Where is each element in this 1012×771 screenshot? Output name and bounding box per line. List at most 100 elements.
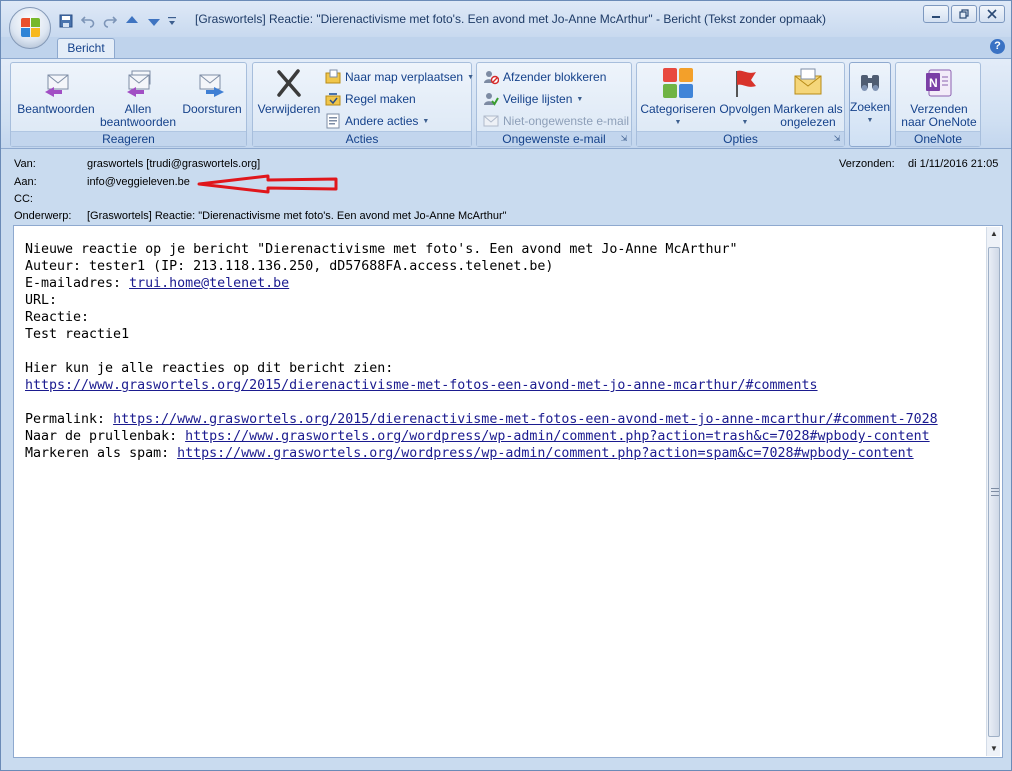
scroll-up-icon[interactable]: ▲ xyxy=(987,227,1001,241)
url-label: URL: xyxy=(25,293,58,308)
chevron-down-icon: ▼ xyxy=(741,119,749,126)
aan-value[interactable]: info@veggieleven.be xyxy=(87,176,190,188)
ribbon: Beantwoorden Allen beantwoorden Doorstur… xyxy=(1,58,1011,149)
down-arrow-icon[interactable] xyxy=(145,12,163,30)
trash-link[interactable]: https://www.graswortels.org/wordpress/wp… xyxy=(185,429,930,444)
window-controls xyxy=(923,5,1005,23)
niet-ongewenste-email-button[interactable]: Niet-ongewenste e-mail xyxy=(483,112,629,130)
verzonden-label: Verzonden: xyxy=(839,158,895,170)
trash-label: Naar de prullenbak: xyxy=(25,429,186,444)
naar-map-verplaatsen-button[interactable]: Naar map verplaatsen ▼ xyxy=(325,68,474,86)
office-logo-icon xyxy=(21,18,41,38)
group-acties: Verwijderen Naar map verplaatsen ▼ Regel… xyxy=(252,62,474,147)
chevron-down-icon: ▼ xyxy=(674,119,682,126)
onenote-icon: N xyxy=(923,67,955,99)
reply-icon xyxy=(40,67,72,99)
regel-maken-button[interactable]: Regel maken xyxy=(325,90,416,108)
group-ongewenste-email: Afzender blokkeren Veilige lijsten ▼ Nie… xyxy=(476,62,632,147)
message-text: Nieuwe reactie op je bericht "Dierenacti… xyxy=(25,241,938,462)
rule-icon xyxy=(325,91,341,107)
van-value[interactable]: graswortels [trudi@graswortels.org] xyxy=(87,158,260,170)
andere-acties-button[interactable]: Andere acties ▼ xyxy=(325,112,429,130)
categoriseren-button[interactable]: Categoriseren ▼ xyxy=(639,67,717,129)
vertical-scrollbar[interactable]: ▲ ▼ xyxy=(986,227,1000,756)
outlook-message-window: [Graswortels] Reactie: "Dierenactivisme … xyxy=(0,0,1012,771)
redo-icon[interactable] xyxy=(101,12,119,30)
chevron-down-icon: ▼ xyxy=(422,117,430,125)
other-actions-icon xyxy=(325,113,341,129)
chevron-down-icon: ▼ xyxy=(467,73,474,81)
message-header: Van: graswortels [trudi@graswortels.org]… xyxy=(1,150,1011,225)
title-bar: [Graswortels] Reactie: "Dierenactivisme … xyxy=(1,1,1011,37)
group-onenote: N Verzenden naar OneNote OneNote xyxy=(895,62,981,147)
ribbon-tab-strip: Bericht ? xyxy=(1,37,1011,60)
group-label-ongewenste: Ongewenste e-mail xyxy=(477,131,631,146)
tab-bericht[interactable]: Bericht xyxy=(57,38,115,60)
email-label: E-mailadres: xyxy=(25,276,130,291)
opvolgen-button[interactable]: Opvolgen ▼ xyxy=(717,67,773,129)
svg-text:N: N xyxy=(929,76,938,90)
all-reactions-text: Hier kun je alle reacties op dit bericht… xyxy=(25,361,394,376)
grip-icon xyxy=(991,488,999,496)
permalink-label: Permalink: xyxy=(25,412,114,427)
dialog-launcher-icon[interactable]: ⇲ xyxy=(832,134,842,144)
group-opties: Categoriseren ▼ Opvolgen ▼ Markeren als … xyxy=(636,62,845,147)
body-line: Nieuwe reactie op je bericht "Dierenacti… xyxy=(25,242,738,257)
group-reageren: Beantwoorden Allen beantwoorden Doorstur… xyxy=(10,62,247,147)
group-label-reageren: Reageren xyxy=(11,131,246,146)
restore-icon[interactable] xyxy=(951,5,977,23)
move-to-folder-icon xyxy=(325,69,341,85)
spam-link[interactable]: https://www.graswortels.org/wordpress/wp… xyxy=(177,446,914,461)
block-sender-icon xyxy=(483,69,500,85)
safe-lists-icon xyxy=(483,91,499,107)
cc-label: CC: xyxy=(14,193,33,205)
veilige-lijsten-button[interactable]: Veilige lijsten ▼ xyxy=(483,90,583,108)
body-line: Auteur: tester1 (IP: 213.118.136.250, dD… xyxy=(25,259,554,274)
all-reactions-link[interactable]: https://www.graswortels.org/2015/dierena… xyxy=(25,378,818,393)
scroll-down-icon[interactable]: ▼ xyxy=(987,742,1001,756)
scroll-thumb[interactable] xyxy=(988,247,1000,737)
beantwoorden-button[interactable]: Beantwoorden xyxy=(15,67,97,116)
verzenden-naar-onenote-button[interactable]: N Verzenden naar OneNote xyxy=(898,67,980,129)
binoculars-icon xyxy=(858,71,882,95)
categorize-icon xyxy=(662,67,694,99)
reactie-label: Reactie: xyxy=(25,310,90,325)
reply-all-icon xyxy=(122,67,154,99)
dialog-launcher-icon[interactable]: ⇲ xyxy=(619,134,629,144)
zoeken-button[interactable]: Zoeken ▼ xyxy=(850,67,890,127)
aan-label: Aan: xyxy=(14,176,37,188)
follow-up-flag-icon xyxy=(729,67,761,99)
quick-access-toolbar xyxy=(57,11,177,31)
verzonden-value: di 1/11/2016 21:05 xyxy=(908,158,999,170)
permalink-link[interactable]: https://www.graswortels.org/2015/dierena… xyxy=(113,412,938,427)
van-label: Van: xyxy=(14,158,36,170)
window-title: [Graswortels] Reactie: "Dierenactivisme … xyxy=(195,12,827,26)
email-link[interactable]: trui.home@telenet.be xyxy=(129,276,289,291)
reactie-text: Test reactie1 xyxy=(25,327,130,342)
afzender-blokkeren-button[interactable]: Afzender blokkeren xyxy=(483,68,606,86)
chevron-down-icon: ▼ xyxy=(866,117,874,124)
onderwerp-value: [Graswortels] Reactie: "Dierenactivisme … xyxy=(87,210,507,222)
verwijderen-button[interactable]: Verwijderen xyxy=(255,67,323,116)
customize-icon[interactable] xyxy=(167,12,177,30)
up-arrow-icon[interactable] xyxy=(123,12,141,30)
not-junk-icon xyxy=(483,113,499,129)
close-icon[interactable] xyxy=(979,5,1005,23)
group-label-onenote: OneNote xyxy=(896,131,980,146)
undo-icon[interactable] xyxy=(79,12,97,30)
save-icon[interactable] xyxy=(57,12,75,30)
office-button[interactable] xyxy=(9,7,51,49)
help-icon[interactable]: ? xyxy=(990,39,1005,54)
doorsturen-button[interactable]: Doorsturen xyxy=(179,67,245,116)
spam-label: Markeren als spam: xyxy=(25,446,178,461)
markeren-als-ongelezen-button[interactable]: Markeren als ongelezen xyxy=(773,67,843,129)
mark-unread-icon xyxy=(792,67,824,99)
allen-beantwoorden-button[interactable]: Allen beantwoorden xyxy=(97,67,179,129)
message-body[interactable]: Nieuwe reactie op je bericht "Dierenacti… xyxy=(13,225,1003,758)
red-arrow-annotation xyxy=(197,174,338,194)
chevron-down-icon: ▼ xyxy=(576,95,584,103)
minimize-icon[interactable] xyxy=(923,5,949,23)
delete-x-icon xyxy=(273,67,305,99)
group-label-acties: Acties xyxy=(253,131,471,146)
group-zoeken: Zoeken ▼ xyxy=(849,62,891,147)
